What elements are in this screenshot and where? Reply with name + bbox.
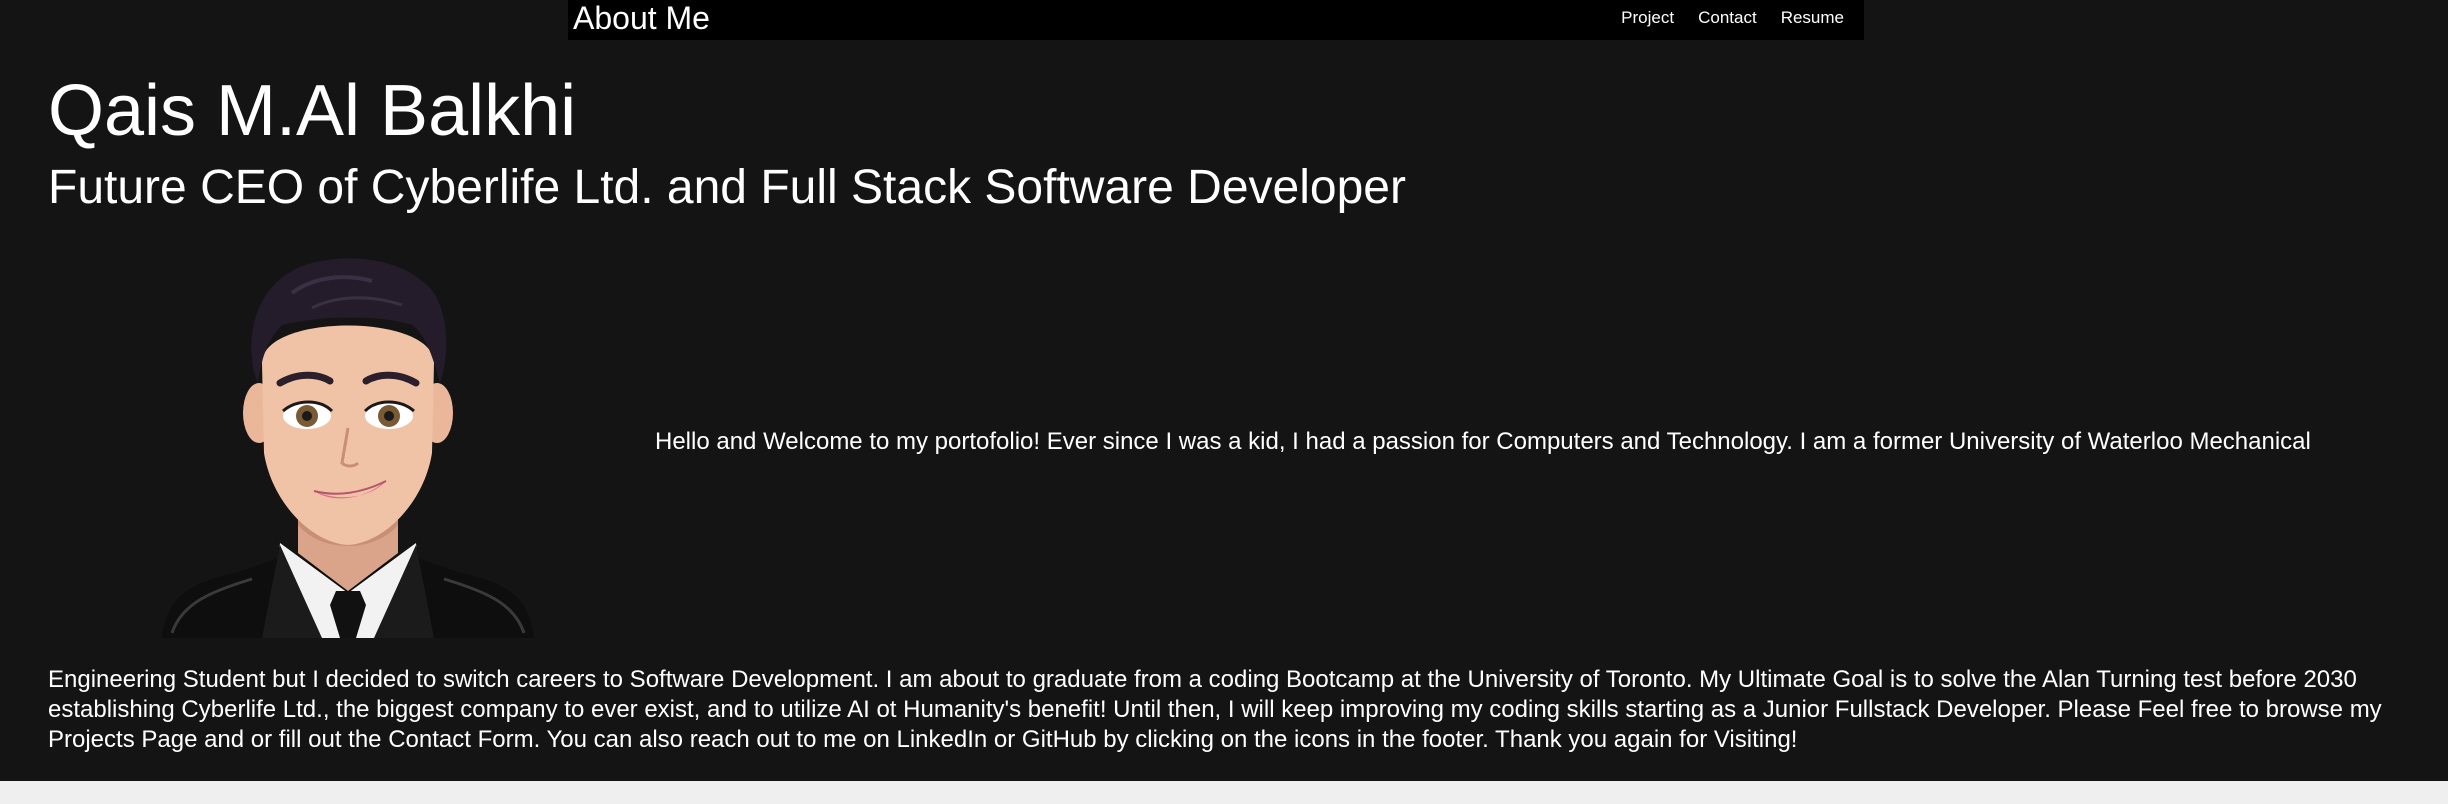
avatar	[162, 253, 534, 643]
navbar-brand[interactable]: About Me	[573, 0, 710, 36]
navbar: About Me Project Contact Resume	[568, 0, 1864, 40]
nav-links: Project Contact Resume	[1621, 0, 1844, 36]
nav-link-project[interactable]: Project	[1621, 8, 1674, 28]
nav-link-resume[interactable]: Resume	[1781, 8, 1844, 28]
page-subtitle: Future CEO of Cyberlife Ltd. and Full St…	[48, 161, 1406, 214]
nav-link-contact[interactable]: Contact	[1698, 8, 1757, 28]
page: About Me Project Contact Resume Qais M.A…	[0, 0, 2448, 781]
bio-first-line: Hello and Welcome to my portofolio! Ever…	[655, 428, 2311, 455]
bio-paragraph: Engineering Student but I decided to swi…	[48, 666, 2382, 753]
footer-strip	[0, 781, 2448, 804]
avatar-illustration	[162, 258, 534, 638]
page-title: Qais M.Al Balkhi	[48, 71, 577, 151]
